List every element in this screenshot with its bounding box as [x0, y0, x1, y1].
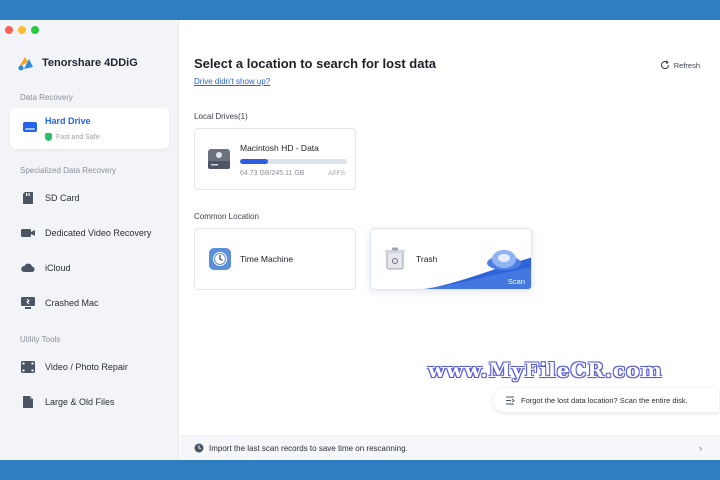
drive-size: 64.73 GB/245.11 GB	[240, 170, 305, 177]
sidebar-item-label: Video / Photo Repair	[45, 362, 128, 372]
fast-safe-text: Fast and Safe	[56, 133, 100, 141]
files-icon	[20, 395, 36, 409]
sidebar: Tenorshare 4DDiG Data Recovery Hard Driv…	[0, 20, 179, 460]
sidebar-item-label: SD Card	[45, 193, 80, 203]
main-panel: Select a location to search for lost dat…	[180, 20, 720, 460]
scan-disc-icon	[487, 250, 521, 270]
import-records-text: Import the last scan records to save tim…	[209, 443, 408, 453]
scan-button[interactable]: Scan	[508, 277, 525, 286]
sidebar-item-sd-card[interactable]: SD Card	[20, 190, 80, 206]
sidebar-item-icloud[interactable]: iCloud	[20, 260, 71, 276]
section-data-recovery: Data Recovery	[20, 93, 73, 102]
drive-card-macintosh-hd[interactable]: Macintosh HD - Data 64.73 GB/245.11 GB A…	[194, 128, 356, 190]
time-machine-icon	[208, 247, 232, 276]
window-controls	[5, 26, 39, 34]
app-name: Tenorshare 4DDiG	[42, 57, 138, 69]
import-records-bar[interactable]: Import the last scan records to save tim…	[180, 435, 720, 460]
crashed-mac-icon	[20, 296, 36, 310]
minimize-window-button[interactable]	[18, 26, 26, 34]
sidebar-item-large-old-files[interactable]: Large & Old Files	[20, 394, 115, 410]
sidebar-item-label: Crashed Mac	[45, 298, 99, 308]
common-location-label: Common Location	[194, 212, 259, 221]
drive-filesystem: APFS	[328, 170, 345, 177]
refresh-button[interactable]: Refresh	[660, 60, 700, 70]
app-logo-icon	[18, 57, 33, 71]
video-camera-icon	[20, 226, 36, 240]
app-window: Tenorshare 4DDiG Data Recovery Hard Driv…	[0, 20, 720, 460]
shield-icon	[45, 133, 52, 141]
disk-drive-icon	[207, 146, 231, 177]
location-name: Trash	[416, 254, 438, 264]
local-drives-label: Local Drives(1)	[194, 112, 248, 121]
drive-missing-link[interactable]: Drive didn't show up?	[194, 77, 270, 86]
scan-entire-disk-tip[interactable]: Forgot the lost data location? Scan the …	[493, 388, 719, 412]
drive-usage-bar	[240, 159, 347, 164]
close-window-button[interactable]	[5, 26, 13, 34]
location-card-trash[interactable]: Trash Scan	[370, 228, 532, 290]
refresh-label: Refresh	[673, 60, 700, 70]
drive-usage-fill	[240, 159, 269, 164]
trash-icon	[384, 247, 406, 276]
hard-drive-icon	[22, 120, 38, 139]
sidebar-item-label: iCloud	[45, 263, 71, 273]
sidebar-item-video-recovery[interactable]: Dedicated Video Recovery	[20, 225, 151, 241]
drive-name: Macintosh HD - Data	[240, 143, 319, 153]
zoom-window-button[interactable]	[31, 26, 39, 34]
sidebar-item-crashed-mac[interactable]: Crashed Mac	[20, 295, 99, 311]
sd-card-icon	[20, 191, 36, 205]
sidebar-item-label: Large & Old Files	[45, 397, 115, 407]
sidebar-item-sublabel: Fast and Safe	[45, 133, 100, 141]
scan-disk-icon	[506, 395, 515, 405]
location-name: Time Machine	[240, 254, 294, 264]
tip-text: Forgot the lost data location? Scan the …	[521, 395, 688, 405]
brand: Tenorshare 4DDiG	[16, 53, 138, 73]
location-card-time-machine[interactable]: Time Machine	[194, 228, 356, 290]
sidebar-item-video-photo-repair[interactable]: Video / Photo Repair	[20, 359, 128, 375]
section-specialized: Specialized Data Recovery	[20, 166, 117, 175]
clock-icon	[194, 443, 204, 453]
sidebar-item-label: Dedicated Video Recovery	[45, 228, 152, 238]
film-repair-icon	[20, 360, 36, 374]
refresh-icon	[660, 60, 669, 70]
watermark: www.MyFileCR.com	[428, 358, 663, 382]
chevron-right-icon: ›	[699, 443, 702, 453]
page-title: Select a location to search for lost dat…	[194, 56, 437, 71]
sidebar-item-label: Hard Drive	[45, 116, 91, 126]
section-utility: Utility Tools	[20, 335, 61, 344]
sidebar-item-hard-drive[interactable]: Hard Drive Fast and Safe	[10, 108, 169, 149]
cloud-icon	[20, 261, 36, 275]
